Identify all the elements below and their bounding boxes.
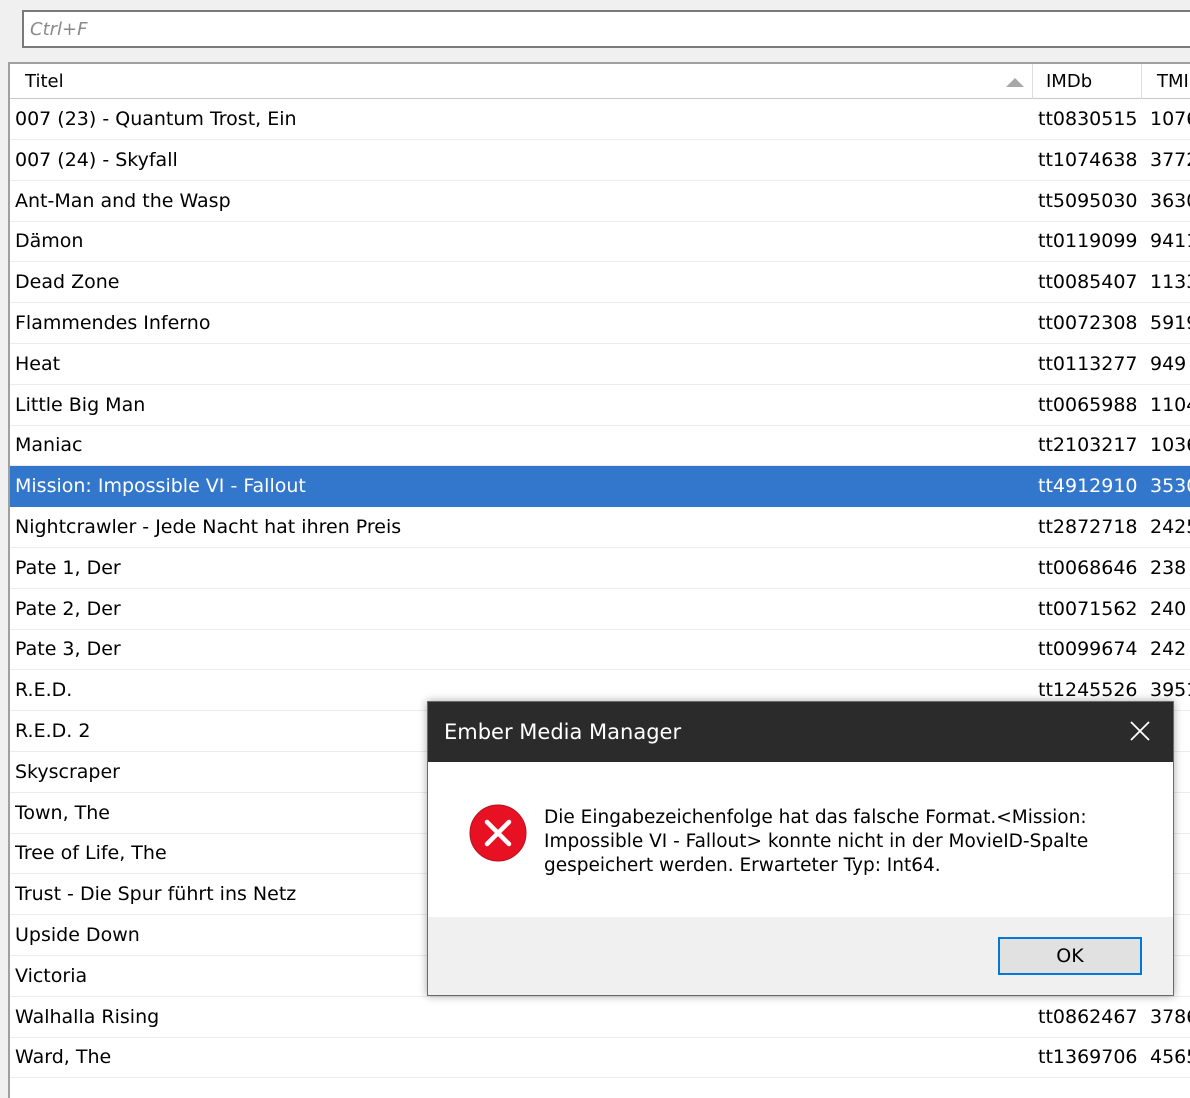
cell-title: Flammendes Inferno <box>15 312 211 334</box>
table-row[interactable]: Pate 2, Der tt0071562 240 <box>10 589 1190 630</box>
cell-title: 007 (24) - Skyfall <box>15 148 178 171</box>
cell-imdb: tt0072308 <box>1038 312 1138 334</box>
dialog-close-button[interactable] <box>1109 702 1173 762</box>
cell-title: Little Big Man <box>15 393 146 416</box>
cell-tmdb: 1076 <box>1150 108 1190 130</box>
cell-imdb: tt0068646 <box>1038 556 1138 579</box>
dialog-title: Ember Media Manager <box>444 720 682 744</box>
ok-button[interactable]: OK <box>998 937 1142 975</box>
cell-tmdb: 3786 <box>1150 1005 1190 1028</box>
cell-tmdb: 9411 <box>1150 230 1190 253</box>
column-header-tmdb-label: TMI <box>1157 71 1189 92</box>
cell-imdb: tt2872718 <box>1038 516 1138 538</box>
cell-imdb: tt0830515 <box>1038 108 1138 130</box>
cell-tmdb: 5919 <box>1150 312 1190 334</box>
cell-imdb: tt4912910 <box>1038 475 1138 498</box>
cell-title: Dead Zone <box>15 271 120 294</box>
table-row[interactable]: Dead Zone tt0085407 1133 <box>10 262 1190 304</box>
cell-title: Walhalla Rising <box>15 1005 160 1028</box>
cell-tmdb: 1133 <box>1150 271 1190 294</box>
table-row[interactable]: Ward, The tt1369706 4565 <box>10 1037 1190 1079</box>
column-header-title-label: Titel <box>25 71 64 92</box>
table-row[interactable]: Mission: Impossible VI - Fallout tt491291… <box>10 466 1190 508</box>
table-row[interactable]: Walhalla Rising tt0862467 3786 <box>10 997 1190 1038</box>
table-row[interactable]: Pate 1, Der tt0068646 238 <box>10 548 1190 589</box>
table-row[interactable]: Nightcrawler - Jede Nacht hat ihren Prei… <box>10 507 1190 548</box>
table-row[interactable]: Flammendes Inferno tt0072308 5919 <box>10 303 1190 344</box>
cell-imdb: tt0085407 <box>1038 271 1138 294</box>
cell-title: Pate 1, Der <box>15 556 121 579</box>
dialog-message: Die Eingabezeichenfolge hat das falsche … <box>544 807 1089 876</box>
cell-title: Maniac <box>15 434 83 457</box>
dialog-body: Die Eingabezeichenfolge hat das falsche … <box>428 762 1173 917</box>
cell-tmdb: 240 <box>1150 597 1187 620</box>
cell-tmdb: 3530 <box>1150 475 1190 498</box>
cell-title: Dämon <box>15 230 84 253</box>
dialog-titlebar[interactable]: Ember Media Manager <box>428 702 1173 762</box>
cell-tmdb: 4565 <box>1150 1046 1190 1069</box>
cell-title: Nightcrawler - Jede Nacht hat ihren Prei… <box>15 516 402 538</box>
close-icon <box>1130 721 1150 741</box>
cell-title: Ward, The <box>15 1046 112 1069</box>
cell-title: 007 (23) - Quantum Trost, Ein <box>15 108 297 130</box>
table-row[interactable]: Pate 3, Der tt0099674 242 <box>10 629 1190 671</box>
table-row[interactable]: Dämon tt0119099 9411 <box>10 221 1190 263</box>
cell-imdb: tt0065988 <box>1038 393 1138 416</box>
cell-tmdb: 1036 <box>1150 434 1190 457</box>
cell-imdb: tt0862467 <box>1038 1005 1138 1028</box>
column-header-imdb-label: IMDb <box>1046 71 1093 92</box>
cell-imdb: tt5095030 <box>1038 189 1138 212</box>
cell-imdb: tt1369706 <box>1038 1046 1138 1069</box>
cell-title: Ant-Man and the Wasp <box>15 189 231 212</box>
table-row[interactable]: 007 (24) - Skyfall tt1074638 3772 <box>10 140 1190 181</box>
column-header-title[interactable]: Titel <box>10 64 1033 99</box>
column-header-tmdb[interactable]: TMI <box>1143 64 1190 99</box>
error-icon <box>469 804 527 862</box>
table-row[interactable]: Ant-Man and the Wasp tt5095030 3630 <box>10 181 1190 222</box>
cell-tmdb: 2425 <box>1150 516 1190 538</box>
search-box[interactable] <box>22 10 1190 48</box>
table-row[interactable]: 007 (23) - Quantum Trost, Ein tt0830515 10… <box>10 99 1190 140</box>
dialog-button-bar: OK <box>428 917 1173 995</box>
cell-imdb: tt0113277 <box>1038 352 1138 375</box>
filter-bar <box>8 0 1190 62</box>
cell-imdb: tt0099674 <box>1038 638 1138 661</box>
cell-title: Pate 2, Der <box>15 597 121 620</box>
search-input[interactable] <box>24 12 1190 46</box>
cell-title: Mission: Impossible VI - Fallout <box>15 475 306 498</box>
cell-tmdb: 949 <box>1150 352 1187 375</box>
cell-tmdb: 3772 <box>1150 148 1190 171</box>
table-row[interactable]: Heat tt0113277 949 <box>10 344 1190 385</box>
cell-imdb: tt1074638 <box>1038 148 1138 171</box>
cell-title: Heat <box>15 352 61 375</box>
cell-imdb: tt0119099 <box>1038 230 1138 253</box>
column-header-row: Titel IMDb TMI <box>10 62 1190 99</box>
sort-ascending-icon <box>1006 78 1024 87</box>
cell-imdb: tt2103217 <box>1038 434 1138 457</box>
table-row[interactable]: Little Big Man tt0065988 1104 <box>10 385 1190 426</box>
window-left-edge <box>0 0 8 1098</box>
cell-tmdb: 242 <box>1150 638 1187 661</box>
cell-imdb: tt0071562 <box>1038 597 1138 620</box>
error-dialog: Ember Media Manager Die Eingabezeichenfo… <box>427 701 1174 996</box>
table-row[interactable]: Maniac tt2103217 1036 <box>10 425 1190 467</box>
column-header-imdb[interactable]: IMDb <box>1034 64 1142 99</box>
cell-tmdb: 1104 <box>1150 393 1190 416</box>
cell-tmdb: 238 <box>1150 556 1187 579</box>
cell-tmdb: 3630 <box>1150 189 1190 212</box>
cell-title: Pate 3, Der <box>15 638 121 661</box>
